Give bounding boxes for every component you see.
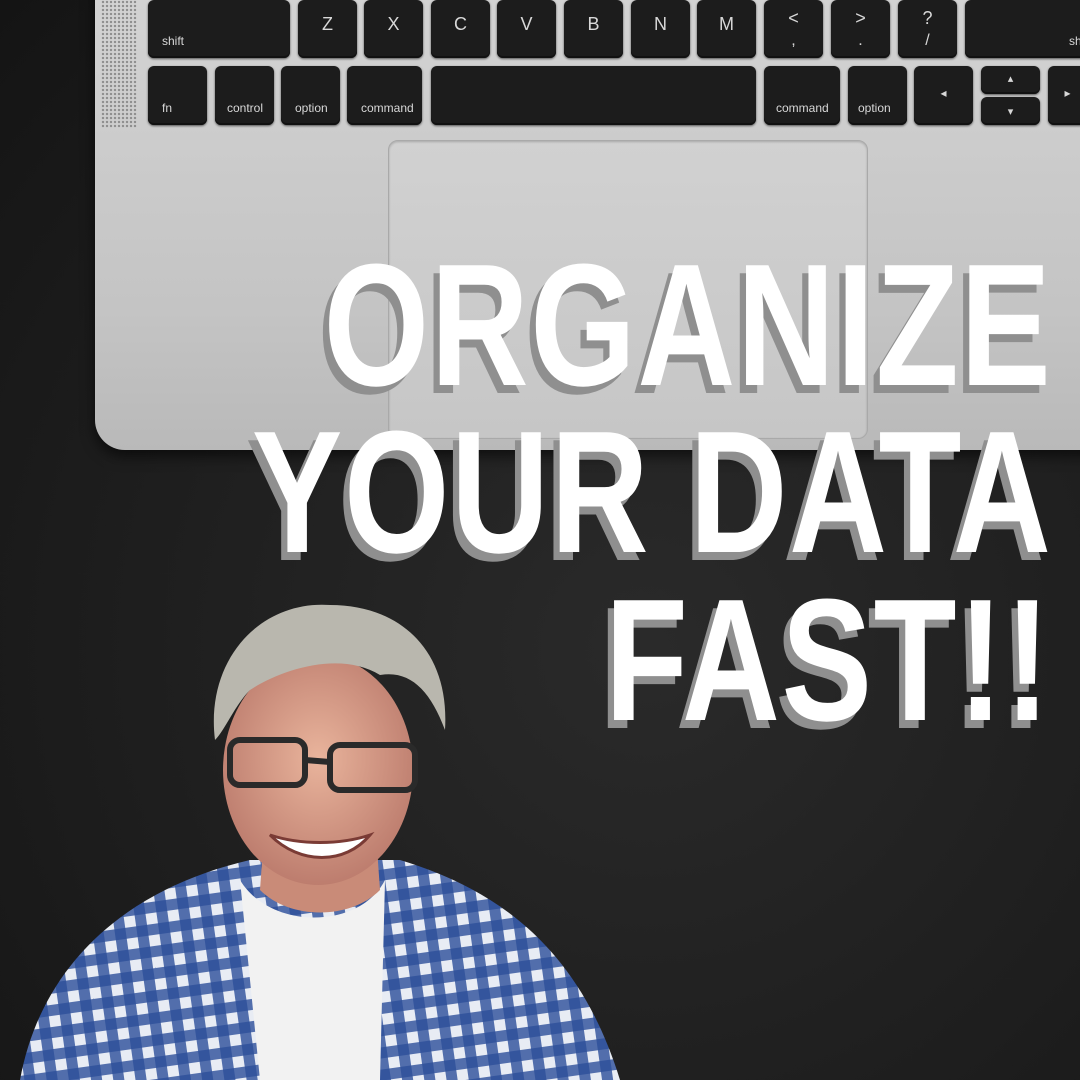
key-arrow-down: ▾ bbox=[981, 97, 1040, 125]
arrow-left-icon: ◂ bbox=[940, 86, 947, 100]
key-label: shift bbox=[1069, 34, 1080, 48]
presenter-photo bbox=[20, 604, 620, 1080]
key-label: , bbox=[791, 32, 796, 49]
key-control: control bbox=[215, 66, 274, 125]
key-label: < bbox=[788, 8, 799, 28]
key-label: N bbox=[654, 14, 667, 34]
key-space bbox=[431, 66, 756, 125]
key-arrow-left: ◂ bbox=[914, 66, 973, 125]
key-label: option bbox=[295, 101, 328, 115]
key-label: Z bbox=[322, 14, 333, 34]
key-label: shift bbox=[162, 34, 185, 48]
key-label: ? bbox=[922, 8, 933, 28]
key-b: B bbox=[564, 0, 623, 58]
key-z: Z bbox=[298, 0, 357, 58]
key-label: X bbox=[387, 14, 400, 34]
key-label: command bbox=[776, 101, 829, 115]
arrow-up-icon: ▴ bbox=[1007, 73, 1014, 85]
key-fn: fn bbox=[148, 66, 207, 125]
key-label: M bbox=[719, 14, 734, 34]
headline-line-1: ORGANIZE bbox=[323, 227, 1052, 422]
key-c: C bbox=[431, 0, 490, 58]
key-option-left: option bbox=[281, 66, 340, 125]
key-x: X bbox=[364, 0, 423, 58]
key-label: command bbox=[361, 101, 414, 115]
key-label: . bbox=[858, 32, 863, 49]
key-label: V bbox=[520, 14, 533, 34]
key-shift-left: shift bbox=[148, 0, 290, 58]
arrow-down-icon: ▾ bbox=[1007, 106, 1014, 118]
headline-line-2: YOUR DATA bbox=[251, 394, 1052, 589]
key-arrow-right: ▸ bbox=[1048, 66, 1080, 125]
key-label: C bbox=[454, 14, 467, 34]
key-comma: <, bbox=[764, 0, 823, 58]
key-command-right: command bbox=[764, 66, 840, 125]
key-slash: ? / bbox=[898, 0, 957, 58]
key-command-left: command bbox=[347, 66, 422, 125]
key-option-right: option bbox=[848, 66, 907, 125]
key-label: option bbox=[858, 101, 891, 115]
key-label: B bbox=[587, 14, 600, 34]
key-label: / bbox=[925, 32, 930, 49]
headline-line-3: FAST!! bbox=[605, 562, 1052, 757]
key-v: V bbox=[497, 0, 556, 58]
key-label: control bbox=[227, 101, 264, 115]
speaker-grille bbox=[101, 0, 137, 128]
key-shift-right: shift bbox=[965, 0, 1080, 58]
key-period: >. bbox=[831, 0, 890, 58]
arrow-right-icon: ▸ bbox=[1064, 86, 1071, 100]
key-m: M bbox=[697, 0, 756, 58]
key-n: N bbox=[631, 0, 690, 58]
key-label: > bbox=[855, 8, 866, 28]
key-label: fn bbox=[162, 101, 173, 115]
